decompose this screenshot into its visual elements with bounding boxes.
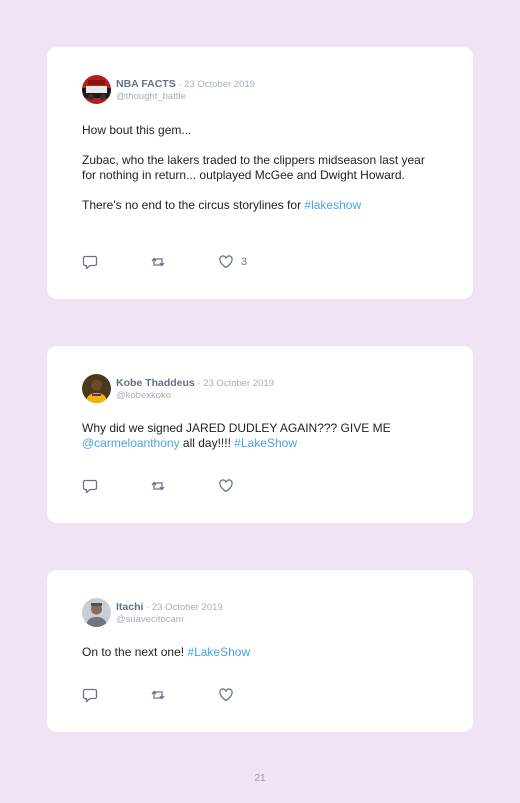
hashtag-link[interactable]: #LakeShow xyxy=(234,436,297,450)
reply-button[interactable] xyxy=(82,478,150,494)
author-name[interactable]: Kobe Thaddeus xyxy=(116,377,195,389)
like-count: 3 xyxy=(241,256,248,268)
avatar[interactable] xyxy=(82,75,111,104)
meta-separator: · xyxy=(143,602,152,613)
retweet-button[interactable] xyxy=(150,687,218,703)
author-name[interactable]: Itachi xyxy=(116,601,143,613)
retweet-button[interactable] xyxy=(150,478,218,494)
tweet-card: Kobe Thaddeus · 23 October 2019 @kobexko… xyxy=(47,346,473,523)
tweet-text: How bout this gem... Zubac, who the lake… xyxy=(82,123,439,213)
author-handle[interactable]: @thought_battle xyxy=(116,91,255,103)
tweet-meta: NBA FACTS · 23 October 2019 @thought_bat… xyxy=(116,77,255,103)
reply-icon xyxy=(82,688,98,703)
tweet-card: NBA FACTS · 23 October 2019 @thought_bat… xyxy=(47,47,473,299)
retweet-icon xyxy=(151,690,165,700)
tweet-meta: Kobe Thaddeus · 23 October 2019 @kobexko… xyxy=(116,376,274,402)
tweet-header: NBA FACTS · 23 October 2019 @thought_bat… xyxy=(82,75,255,104)
like-button[interactable]: 3 xyxy=(218,254,278,270)
retweet-icon xyxy=(151,481,165,491)
tweet-date: 23 October 2019 xyxy=(184,79,255,90)
author-name[interactable]: NBA FACTS xyxy=(116,78,176,90)
tweet-header: Itachi · 23 October 2019 @suavecitocam xyxy=(82,598,223,627)
author-handle[interactable]: @suavecitocam xyxy=(116,614,223,626)
team-logo-avatar-icon xyxy=(82,75,111,104)
tweet-actions xyxy=(82,687,278,703)
page-number: 21 xyxy=(254,773,266,784)
tweet-text-segment: On to the next one! xyxy=(82,645,188,659)
tweet-text-segment: There's no end to the circus storylines … xyxy=(82,198,305,212)
meta-separator: · xyxy=(194,378,204,389)
tweet-actions: 3 xyxy=(82,254,278,270)
avatar[interactable] xyxy=(82,374,111,403)
hashtag-link[interactable]: #lakeshow xyxy=(304,198,361,212)
player-photo-avatar-icon xyxy=(82,374,111,403)
tweet-card: Itachi · 23 October 2019 @suavecitocam O… xyxy=(47,570,473,732)
tweet-paragraph: There's no end to the circus storylines … xyxy=(82,198,439,213)
tweet-paragraph: Zubac, who the lakers traded to the clip… xyxy=(82,153,425,182)
heart-icon xyxy=(219,255,233,269)
reply-icon xyxy=(82,479,98,494)
reply-button[interactable] xyxy=(82,687,150,703)
heart-icon xyxy=(219,688,233,702)
mention-link[interactable]: @carmeloanthony xyxy=(82,436,180,450)
avatar[interactable] xyxy=(82,598,111,627)
reply-button[interactable] xyxy=(82,254,150,270)
reply-icon xyxy=(82,255,98,270)
tweet-text: On to the next one! #LakeShow xyxy=(82,645,439,660)
tweet-header: Kobe Thaddeus · 23 October 2019 @kobexko… xyxy=(82,374,274,403)
tweet-actions xyxy=(82,478,278,494)
like-button[interactable] xyxy=(218,687,278,703)
tweet-text-segment: Why did we signed JARED DUDLEY AGAIN??? … xyxy=(82,421,391,435)
tweet-paragraph: Why did we signed JARED DUDLEY AGAIN??? … xyxy=(82,421,439,451)
author-handle[interactable]: @kobexkoko xyxy=(116,390,274,402)
tweet-text: Why did we signed JARED DUDLEY AGAIN??? … xyxy=(82,421,439,451)
meta-separator: · xyxy=(175,79,185,90)
tweet-meta: Itachi · 23 October 2019 @suavecitocam xyxy=(116,600,223,626)
tweet-paragraph: On to the next one! #LakeShow xyxy=(82,645,439,660)
tweet-text-segment: all day!!!! xyxy=(179,436,235,450)
retweet-button[interactable] xyxy=(150,254,218,270)
heart-icon xyxy=(219,479,233,493)
person-photo-avatar-icon xyxy=(82,598,111,627)
tweet-paragraph: How bout this gem... xyxy=(82,123,192,137)
like-button[interactable] xyxy=(218,478,278,494)
tweet-date: 23 October 2019 xyxy=(203,378,274,389)
tweet-date: 23 October 2019 xyxy=(151,602,223,613)
retweet-icon xyxy=(151,257,165,267)
hashtag-link[interactable]: #LakeShow xyxy=(187,645,250,659)
